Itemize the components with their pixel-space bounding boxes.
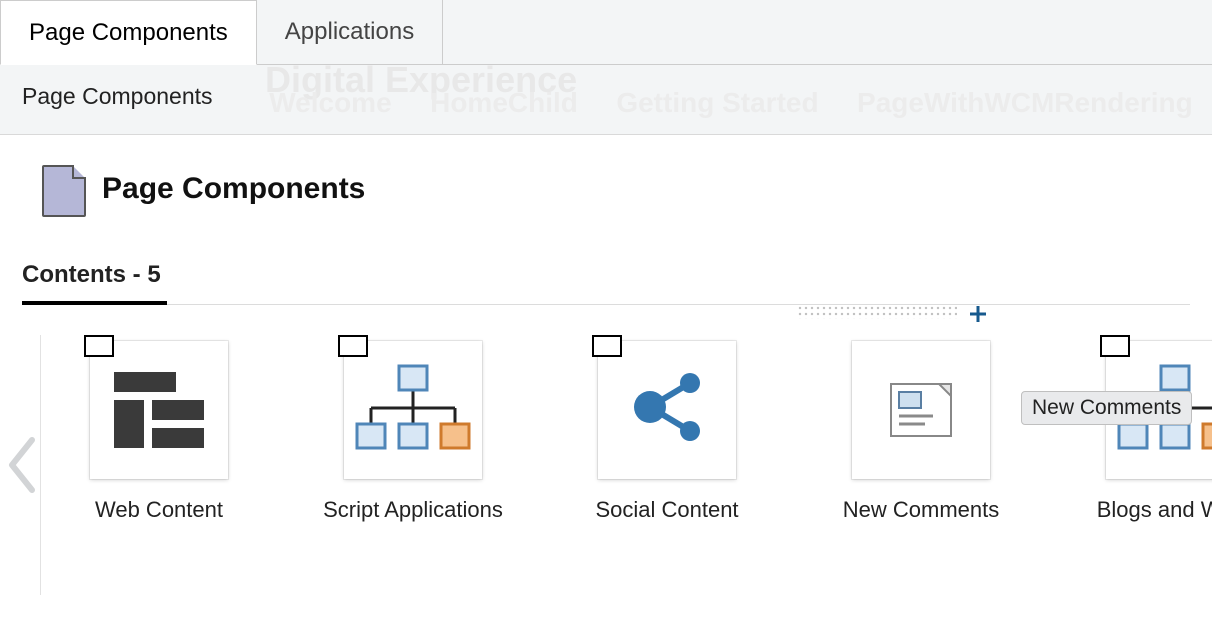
- card-label: Web Content: [95, 497, 223, 523]
- chevron-left-icon: [4, 436, 40, 494]
- prev-button[interactable]: [4, 335, 40, 595]
- thumb-web-content: [90, 341, 228, 479]
- folder-icon: [1100, 335, 1130, 357]
- card-label: New Comments: [843, 497, 999, 523]
- thumb-new-comments: [852, 341, 990, 479]
- folder-icon: [592, 335, 622, 357]
- card-web-content[interactable]: Web Content: [59, 341, 259, 523]
- thumb-social-content: [598, 341, 736, 479]
- tab-page-components[interactable]: Page Components: [0, 0, 257, 65]
- card-label: Script Applications: [323, 497, 503, 523]
- tab-strip: Page Components Applications: [0, 0, 1212, 65]
- page-icon: [40, 159, 88, 219]
- card-new-comments[interactable]: New Comments: [821, 341, 1021, 523]
- layout-icon: [114, 372, 204, 448]
- share-icon: [624, 367, 710, 453]
- sitemap-icon: [353, 364, 473, 456]
- plus-icon: [969, 305, 987, 323]
- title-row: Page Components: [0, 135, 1212, 229]
- card-strip: Web Content: [0, 305, 1212, 595]
- ghost-nav-item: PageWithWCMRendering: [857, 87, 1193, 119]
- folder-icon: [84, 335, 114, 357]
- drag-handle[interactable]: [797, 305, 957, 319]
- sitemap-icon: [1115, 364, 1212, 456]
- thumb-script-applications: [344, 341, 482, 479]
- document-icon: [889, 382, 953, 438]
- breadcrumb: Page Components: [22, 83, 213, 109]
- ghost-nav: Welcome HomeChild Getting Started PageWi…: [250, 87, 1212, 119]
- ghost-title: Digital Experience: [265, 59, 577, 101]
- page-title: Page Components: [102, 172, 365, 206]
- card-list: Web Content: [55, 335, 1212, 595]
- subheading: Digital Experience Page Components Welco…: [0, 65, 1212, 135]
- tab-applications[interactable]: Applications: [257, 0, 443, 64]
- card-script-applications[interactable]: Script Applications: [313, 341, 513, 523]
- card-divider: [40, 335, 41, 595]
- card-label: Social Content: [595, 497, 738, 523]
- ghost-nav-item: Getting Started: [616, 87, 818, 119]
- folder-icon: [338, 335, 368, 357]
- thumb-blogs-and-wikis: [1106, 341, 1212, 479]
- card-label: Blogs and Wikis: [1097, 497, 1212, 523]
- ghost-nav-item: HomeChild: [430, 87, 578, 119]
- contents-bar: Contents - 5: [22, 261, 1190, 305]
- add-button[interactable]: [969, 305, 987, 323]
- ghost-nav-item: Welcome: [269, 87, 391, 119]
- card-blogs-and-wikis[interactable]: New Comments B: [1075, 341, 1212, 523]
- contents-tab[interactable]: Contents - 5: [22, 261, 167, 305]
- tab-filler: [443, 0, 1212, 64]
- card-social-content[interactable]: Social Content: [567, 341, 767, 523]
